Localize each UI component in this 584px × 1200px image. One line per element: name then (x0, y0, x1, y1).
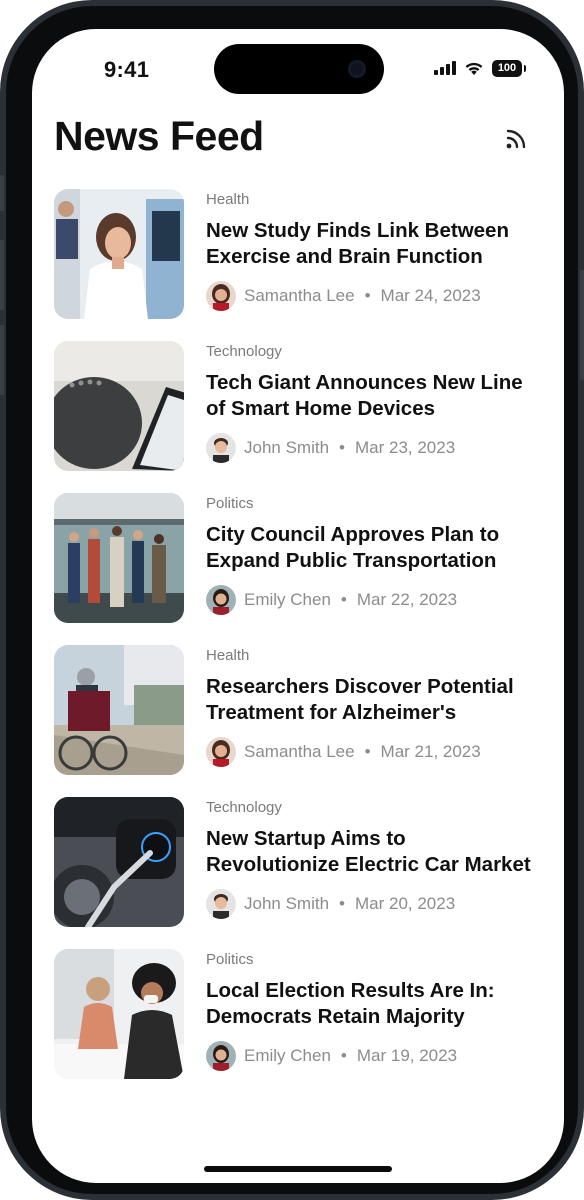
author-avatar (206, 433, 236, 463)
article-thumbnail (54, 189, 184, 319)
author-avatar (206, 737, 236, 767)
article-category: Technology (206, 343, 282, 360)
author-avatar (206, 889, 236, 919)
article-meta: John Smith • Mar 20, 2023 (206, 889, 536, 919)
article-date: Mar 22, 2023 (356, 590, 458, 609)
article-thumbnail (54, 341, 184, 471)
article-meta: Emily Chen • Mar 22, 2023 (206, 585, 536, 615)
article-date: Mar 23, 2023 (355, 438, 456, 457)
meta-separator: • (364, 286, 371, 305)
phone-frame: 9:41 100 News Feed Health New Study Find… (0, 0, 584, 1200)
article-author[interactable]: Emily Chen (244, 1046, 331, 1066)
status-icons: 100 (434, 57, 526, 79)
news-item[interactable]: Technology Tech Giant Announces New Line… (54, 341, 544, 471)
dynamic-island (214, 44, 384, 94)
volume-up-button (0, 240, 4, 310)
article-meta: Samantha Lee • Mar 21, 2023 (206, 737, 536, 767)
page-title: News Feed (54, 113, 264, 159)
cellular-signal-icon (434, 61, 456, 75)
meta-separator: • (339, 438, 345, 457)
meta-separator: • (339, 894, 345, 913)
phone-bezel: 9:41 100 News Feed Health New Study Find… (6, 6, 578, 1194)
author-avatar (206, 1041, 236, 1071)
article-meta: Emily Chen • Mar 19, 2023 (206, 1041, 536, 1071)
article-date: Mar 19, 2023 (356, 1046, 458, 1065)
power-button (580, 270, 584, 380)
article-author[interactable]: Samantha Lee (244, 742, 355, 762)
article-thumbnail (54, 797, 184, 927)
article-date: Mar 20, 2023 (355, 894, 456, 913)
news-item[interactable]: Politics City Council Approves Plan to E… (54, 493, 544, 623)
article-headline[interactable]: City Council Approves Plan to Expand Pub… (206, 522, 536, 574)
article-category: Politics (206, 951, 254, 968)
status-time: 9:41 (104, 57, 150, 82)
screen: 9:41 100 News Feed Health New Study Find… (32, 29, 564, 1183)
article-meta: John Smith • Mar 23, 2023 (206, 433, 536, 463)
article-headline[interactable]: Tech Giant Announces New Line of Smart H… (206, 370, 536, 422)
article-category: Health (206, 191, 250, 208)
author-avatar (206, 585, 236, 615)
news-item[interactable]: Technology New Startup Aims to Revolutio… (54, 797, 544, 927)
article-author[interactable]: John Smith (244, 894, 329, 914)
news-item[interactable]: Health Researchers Discover Potential Tr… (54, 645, 544, 775)
article-headline[interactable]: Local Election Results Are In: Democrats… (206, 978, 536, 1030)
wifi-icon (465, 62, 483, 75)
article-thumbnail (54, 645, 184, 775)
page-header: News Feed (54, 113, 544, 163)
battery-icon: 100 (492, 59, 526, 77)
article-category: Health (206, 647, 250, 664)
news-feed-list: Health New Study Finds Link Between Exer… (54, 189, 544, 1079)
article-date: Mar 21, 2023 (380, 742, 481, 761)
article-headline[interactable]: New Startup Aims to Revolutionize Electr… (206, 826, 536, 878)
meta-separator: • (340, 1046, 347, 1065)
volume-down-button (0, 325, 4, 395)
news-item[interactable]: Politics Local Election Results Are In: … (54, 949, 544, 1079)
article-headline[interactable]: Researchers Discover Potential Treatment… (206, 674, 536, 726)
news-item[interactable]: Health New Study Finds Link Between Exer… (54, 189, 544, 319)
action-button (0, 175, 4, 211)
article-author[interactable]: Emily Chen (244, 590, 331, 610)
home-indicator[interactable] (204, 1166, 392, 1172)
article-thumbnail (54, 949, 184, 1079)
front-camera (348, 60, 366, 78)
article-category: Technology (206, 799, 282, 816)
article-headline[interactable]: New Study Finds Link Between Exercise an… (206, 218, 536, 270)
article-author[interactable]: John Smith (244, 438, 329, 458)
author-avatar (206, 281, 236, 311)
article-category: Politics (206, 495, 254, 512)
article-thumbnail (54, 493, 184, 623)
meta-separator: • (340, 590, 347, 609)
article-date: Mar 24, 2023 (380, 286, 481, 305)
article-author[interactable]: Samantha Lee (244, 286, 355, 306)
rss-icon[interactable] (504, 125, 530, 151)
meta-separator: • (364, 742, 371, 761)
article-meta: Samantha Lee • Mar 24, 2023 (206, 281, 536, 311)
